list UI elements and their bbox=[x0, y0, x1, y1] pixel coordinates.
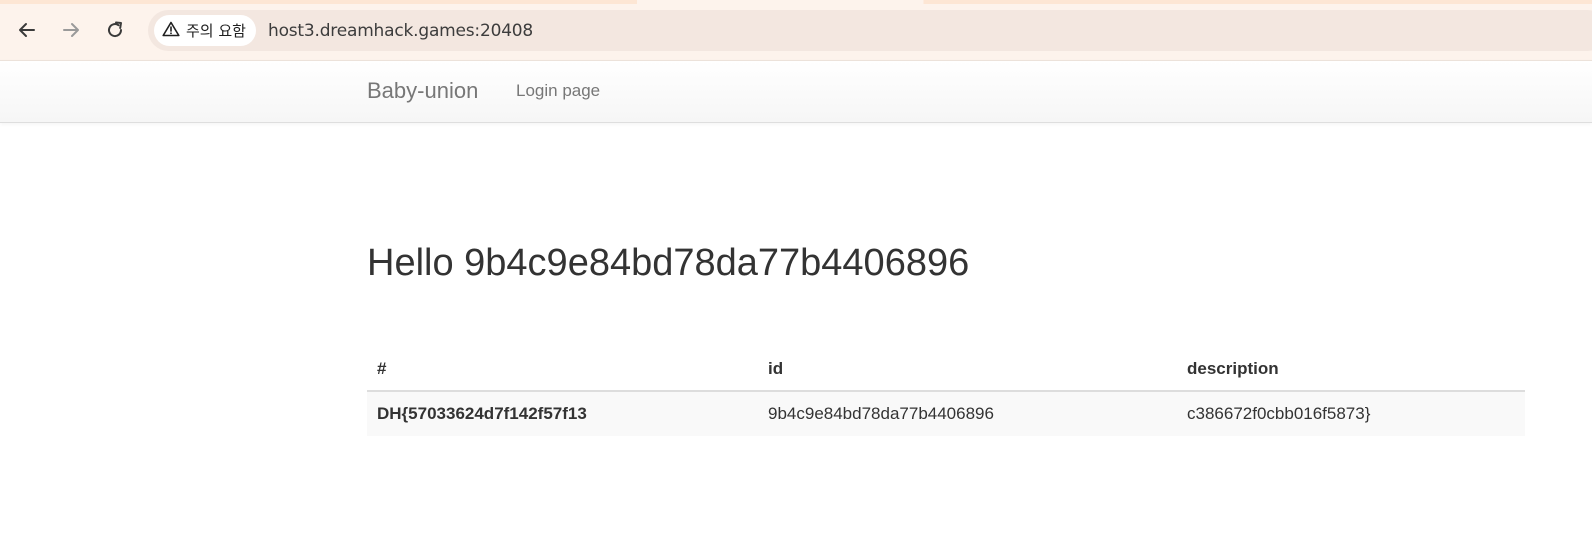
navbar-brand[interactable]: Baby-union bbox=[367, 78, 478, 104]
nav-link-login-page[interactable]: Login page bbox=[516, 81, 600, 101]
reload-button[interactable] bbox=[99, 14, 131, 46]
table-cell-id: 9b4c9e84bd78da77b4406896 bbox=[758, 391, 1177, 436]
column-header-number: # bbox=[367, 348, 758, 392]
table-header-row: # id description bbox=[367, 348, 1525, 392]
warning-triangle-icon bbox=[162, 21, 180, 41]
column-header-id: id bbox=[758, 348, 1177, 392]
column-header-description: description bbox=[1177, 348, 1525, 392]
url-text[interactable]: host3.dreamhack.games:20408 bbox=[268, 21, 533, 41]
security-indicator[interactable]: 주의 요함 bbox=[154, 15, 256, 46]
site-navbar: Baby-union Login page bbox=[0, 61, 1592, 123]
browser-toolbar: 주의 요함 host3.dreamhack.games:20408 bbox=[0, 0, 1592, 61]
table-cell-number: DH{57033624d7f142f57f13 bbox=[367, 391, 758, 436]
table-cell-description: c386672f0cbb016f5873} bbox=[1177, 391, 1525, 436]
security-label: 주의 요함 bbox=[186, 22, 246, 40]
arrow-left-icon bbox=[17, 20, 37, 40]
page-title: Hello 9b4c9e84bd78da77b4406896 bbox=[367, 242, 970, 284]
table-row: DH{57033624d7f142f57f13 9b4c9e84bd78da77… bbox=[367, 391, 1525, 436]
arrow-right-icon bbox=[61, 20, 81, 40]
reload-icon bbox=[105, 20, 125, 40]
back-button[interactable] bbox=[11, 14, 43, 46]
results-table: # id description DH{57033624d7f142f57f13… bbox=[367, 348, 1525, 436]
tab-strip-edge bbox=[0, 0, 1592, 4]
address-bar[interactable]: 주의 요함 host3.dreamhack.games:20408 bbox=[148, 10, 1592, 51]
forward-button[interactable] bbox=[55, 14, 87, 46]
